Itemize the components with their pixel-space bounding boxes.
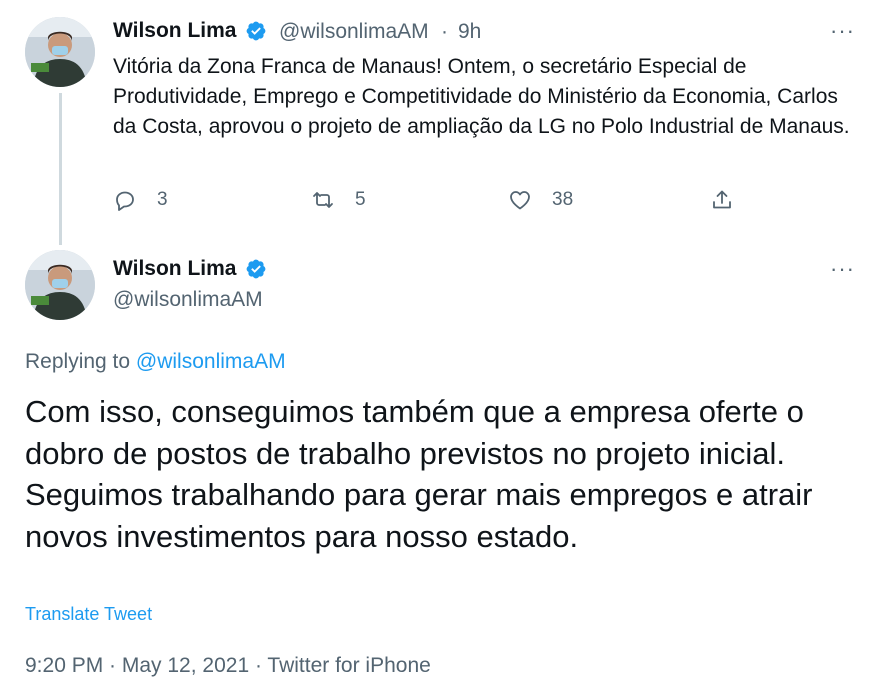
replying-prefix: Replying to — [25, 350, 131, 373]
translate-tweet-link[interactable]: Translate Tweet — [25, 604, 152, 625]
replying-handle-link[interactable]: @wilsonlimaAM — [136, 350, 286, 373]
verified-badge-icon — [246, 21, 266, 41]
like-button[interactable]: 38 — [508, 188, 573, 212]
tweet-text: Vitória da Zona Franca de Manaus! Ontem,… — [113, 55, 850, 138]
thread-connector — [59, 93, 62, 245]
reply-count: 3 — [157, 189, 168, 210]
avatar[interactable] — [25, 17, 95, 87]
like-icon — [510, 191, 530, 210]
reply-button[interactable]: 3 — [113, 188, 168, 212]
tweet-time[interactable]: 9h — [458, 20, 481, 44]
main-tweet-text: Com isso, conseguimos também que a empre… — [25, 394, 813, 554]
tweet-timestamp[interactable]: 9:20 PM · May 12, 2021 · Twitter for iPh… — [25, 654, 431, 678]
reply-icon — [116, 191, 134, 211]
share-button[interactable] — [710, 188, 734, 212]
avatar[interactable] — [25, 250, 95, 320]
retweet-count: 5 — [355, 189, 366, 210]
retweet-button[interactable]: 5 — [311, 188, 366, 212]
author-name[interactable]: Wilson Lima — [113, 257, 237, 281]
like-count: 38 — [552, 189, 574, 210]
more-options-button[interactable]: ··· — [830, 18, 855, 44]
more-options-button[interactable]: ··· — [830, 256, 855, 282]
verified-badge-icon — [246, 259, 266, 279]
replying-to: Replying to @wilsonlimaAM — [25, 350, 286, 374]
author-name[interactable]: Wilson Lima — [113, 19, 237, 43]
author-handle[interactable]: @wilsonlimaAM — [279, 20, 429, 44]
share-icon — [713, 190, 731, 209]
author-handle[interactable]: @wilsonlimaAM — [113, 288, 263, 312]
retweet-icon — [313, 192, 333, 208]
separator-dot: · — [441, 20, 448, 43]
